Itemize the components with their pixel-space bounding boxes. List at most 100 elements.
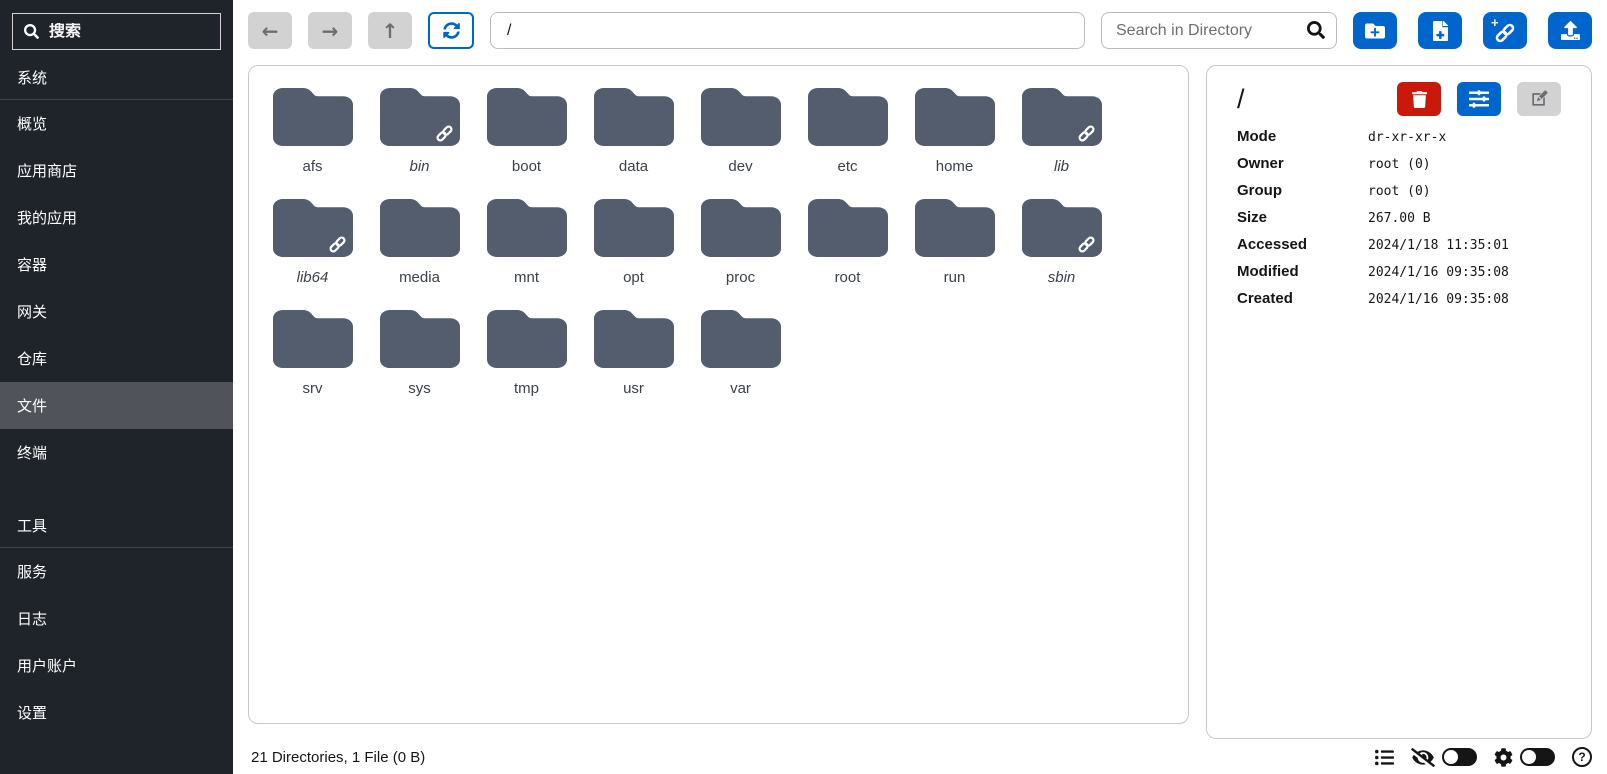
list-view-icon[interactable] [1375, 748, 1394, 767]
upload-button[interactable] [1548, 12, 1592, 49]
folder-item-srv[interactable]: srv [259, 302, 366, 413]
folder-item-etc[interactable]: etc [794, 80, 901, 191]
folder-item-sys[interactable]: sys [366, 302, 473, 413]
settings-toggle[interactable] [1520, 748, 1555, 766]
folder-label: media [399, 269, 440, 286]
sidebar-item-files[interactable]: 文件 [0, 382, 233, 429]
folder-item-home[interactable]: home [901, 80, 1008, 191]
details-panel: / Modedr-xr-xr-xOwnerroot (0)Grouproot (… [1206, 65, 1592, 739]
folder-item-root[interactable]: root [794, 191, 901, 302]
directory-search-input[interactable] [1101, 12, 1337, 49]
status-icons: ? [1375, 747, 1592, 767]
folder-icon [915, 199, 995, 257]
refresh-button[interactable] [428, 12, 474, 49]
symlink-chain-icon [1077, 124, 1096, 143]
sidebar-item-containers[interactable]: 容器 [0, 241, 233, 288]
properties-button[interactable] [1457, 82, 1501, 116]
folder-label: tmp [514, 380, 539, 397]
folder-icon [701, 310, 781, 368]
sidebar-search-input[interactable] [49, 23, 209, 41]
path-input[interactable] [490, 12, 1085, 49]
folder-icon [915, 88, 995, 146]
eye-slash-icon [1411, 748, 1435, 767]
sidebar-item-app-store[interactable]: 应用商店 [0, 147, 233, 194]
details-header: / [1237, 82, 1561, 116]
folder-item-dev[interactable]: dev [687, 80, 794, 191]
folder-item-media[interactable]: media [366, 191, 473, 302]
back-button[interactable]: ← [248, 12, 292, 49]
folder-icon [594, 88, 674, 146]
detail-value: 2024/1/16 09:35:08 [1368, 292, 1561, 307]
sidebar-item-logs[interactable]: 日志 [0, 595, 233, 642]
new-folder-button[interactable] [1353, 12, 1397, 49]
detail-label: Mode [1237, 128, 1368, 145]
folder-icon [380, 199, 460, 257]
detail-value: root (0) [1368, 184, 1561, 199]
sidebar-item-services[interactable]: 服务 [0, 548, 233, 595]
search-icon [24, 24, 39, 39]
help-icon[interactable]: ? [1572, 747, 1592, 767]
sidebar-item-repository[interactable]: 仓库 [0, 335, 233, 382]
folder-label: afs [302, 158, 322, 175]
sidebar-item-terminal[interactable]: 终端 [0, 429, 233, 476]
sidebar-item-overview[interactable]: 概览 [0, 100, 233, 147]
folder-label: var [730, 380, 751, 397]
folder-label: bin [409, 158, 429, 175]
forward-button[interactable]: → [308, 12, 352, 49]
up-button[interactable]: ↑ [368, 12, 412, 49]
folder-item-run[interactable]: run [901, 191, 1008, 302]
sidebar-item-settings[interactable]: 设置 [0, 689, 233, 736]
folder-label: root [835, 269, 861, 286]
sidebar-spacer [0, 476, 233, 498]
folder-item-boot[interactable]: boot [473, 80, 580, 191]
sidebar-item-user-accounts[interactable]: 用户账户 [0, 642, 233, 689]
help-glyph: ? [1578, 750, 1585, 764]
sidebar-item-gateway[interactable]: 网关 [0, 288, 233, 335]
detail-row-created: Created2024/1/16 09:35:08 [1237, 290, 1561, 307]
toggle-knob [1444, 750, 1458, 764]
detail-row-modified: Modified2024/1/16 09:35:08 [1237, 263, 1561, 280]
folder-icon [380, 310, 460, 368]
plus-glyph: + [1491, 16, 1499, 29]
refresh-icon [443, 22, 460, 39]
folder-label: boot [512, 158, 541, 175]
delete-button[interactable] [1397, 82, 1441, 116]
folder-item-lib64[interactable]: lib64 [259, 191, 366, 302]
hidden-files-toggle[interactable] [1442, 748, 1477, 766]
detail-row-accessed: Accessed2024/1/18 11:35:01 [1237, 236, 1561, 253]
detail-label: Accessed [1237, 236, 1368, 253]
new-file-button[interactable] [1418, 12, 1462, 49]
folder-item-sbin[interactable]: sbin [1008, 191, 1115, 302]
detail-value: 2024/1/18 11:35:01 [1368, 238, 1561, 253]
detail-value: 2024/1/16 09:35:08 [1368, 265, 1561, 280]
folder-item-proc[interactable]: proc [687, 191, 794, 302]
sidebar-item-my-apps[interactable]: 我的应用 [0, 194, 233, 241]
new-file-icon [1432, 21, 1449, 41]
folder-item-afs[interactable]: afs [259, 80, 366, 191]
new-link-button[interactable]: + [1483, 12, 1527, 49]
folder-label: home [936, 158, 974, 175]
folder-item-bin[interactable]: bin [366, 80, 473, 191]
folder-icon [273, 88, 353, 146]
main-area: ← → ↑ + [233, 0, 1607, 774]
folder-item-lib[interactable]: lib [1008, 80, 1115, 191]
sidebar-search-box[interactable] [12, 13, 221, 50]
back-arrow-icon: ← [262, 19, 279, 43]
detail-value: dr-xr-xr-x [1368, 130, 1561, 145]
folder-item-tmp[interactable]: tmp [473, 302, 580, 413]
folder-icon [594, 199, 674, 257]
folder-icon [487, 310, 567, 368]
folder-item-mnt[interactable]: mnt [473, 191, 580, 302]
detail-rows: Modedr-xr-xr-xOwnerroot (0)Grouproot (0)… [1237, 128, 1561, 307]
folder-icon [594, 310, 674, 368]
folder-item-opt[interactable]: opt [580, 191, 687, 302]
folder-item-var[interactable]: var [687, 302, 794, 413]
edit-button[interactable] [1517, 82, 1561, 116]
symlink-chain-icon [328, 235, 347, 254]
directory-summary: 21 Directories, 1 File (0 B) [248, 749, 425, 766]
folder-item-usr[interactable]: usr [580, 302, 687, 413]
folder-item-data[interactable]: data [580, 80, 687, 191]
folder-label: opt [623, 269, 644, 286]
detail-label: Size [1237, 209, 1368, 226]
folder-label: sys [408, 380, 431, 397]
